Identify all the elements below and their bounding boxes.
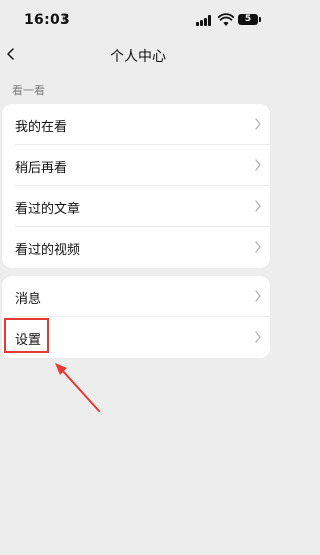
status-bar: 16:03 ☾ 5 bbox=[0, 0, 276, 40]
moon-icon: ☾ bbox=[62, 12, 73, 26]
nav-bar: 个人中心 bbox=[0, 40, 276, 70]
row-messages[interactable]: 消息 bbox=[2, 276, 270, 317]
battery-icon: 5 bbox=[238, 14, 258, 25]
cellular-signal-icon bbox=[196, 15, 214, 26]
chevron-right-icon bbox=[255, 241, 261, 253]
page-title: 个人中心 bbox=[110, 49, 166, 65]
row-viewed-videos[interactable]: 看过的视频 bbox=[2, 227, 270, 268]
row-watch-later[interactable]: 稍后再看 bbox=[2, 145, 270, 186]
wifi-icon bbox=[218, 13, 234, 26]
section-label: 看一看 bbox=[12, 84, 45, 97]
chevron-right-icon bbox=[255, 331, 261, 343]
row-label: 我的在看 bbox=[15, 120, 68, 135]
annotation-highlight-box bbox=[4, 318, 49, 353]
chevron-right-icon bbox=[255, 159, 261, 171]
row-my-watching[interactable]: 我的在看 bbox=[2, 104, 270, 145]
row-label: 看过的文章 bbox=[15, 202, 81, 217]
chevron-right-icon bbox=[255, 290, 261, 302]
row-viewed-articles[interactable]: 看过的文章 bbox=[2, 186, 270, 227]
row-label: 稍后再看 bbox=[15, 161, 68, 176]
chevron-right-icon bbox=[255, 118, 261, 130]
card-watch-history: 我的在看 稍后再看 看过的文章 看过的视频 bbox=[2, 104, 270, 268]
chevron-right-icon bbox=[255, 200, 261, 212]
battery-cap bbox=[259, 17, 261, 22]
row-label: 消息 bbox=[15, 292, 42, 307]
row-label: 看过的视频 bbox=[15, 243, 81, 258]
